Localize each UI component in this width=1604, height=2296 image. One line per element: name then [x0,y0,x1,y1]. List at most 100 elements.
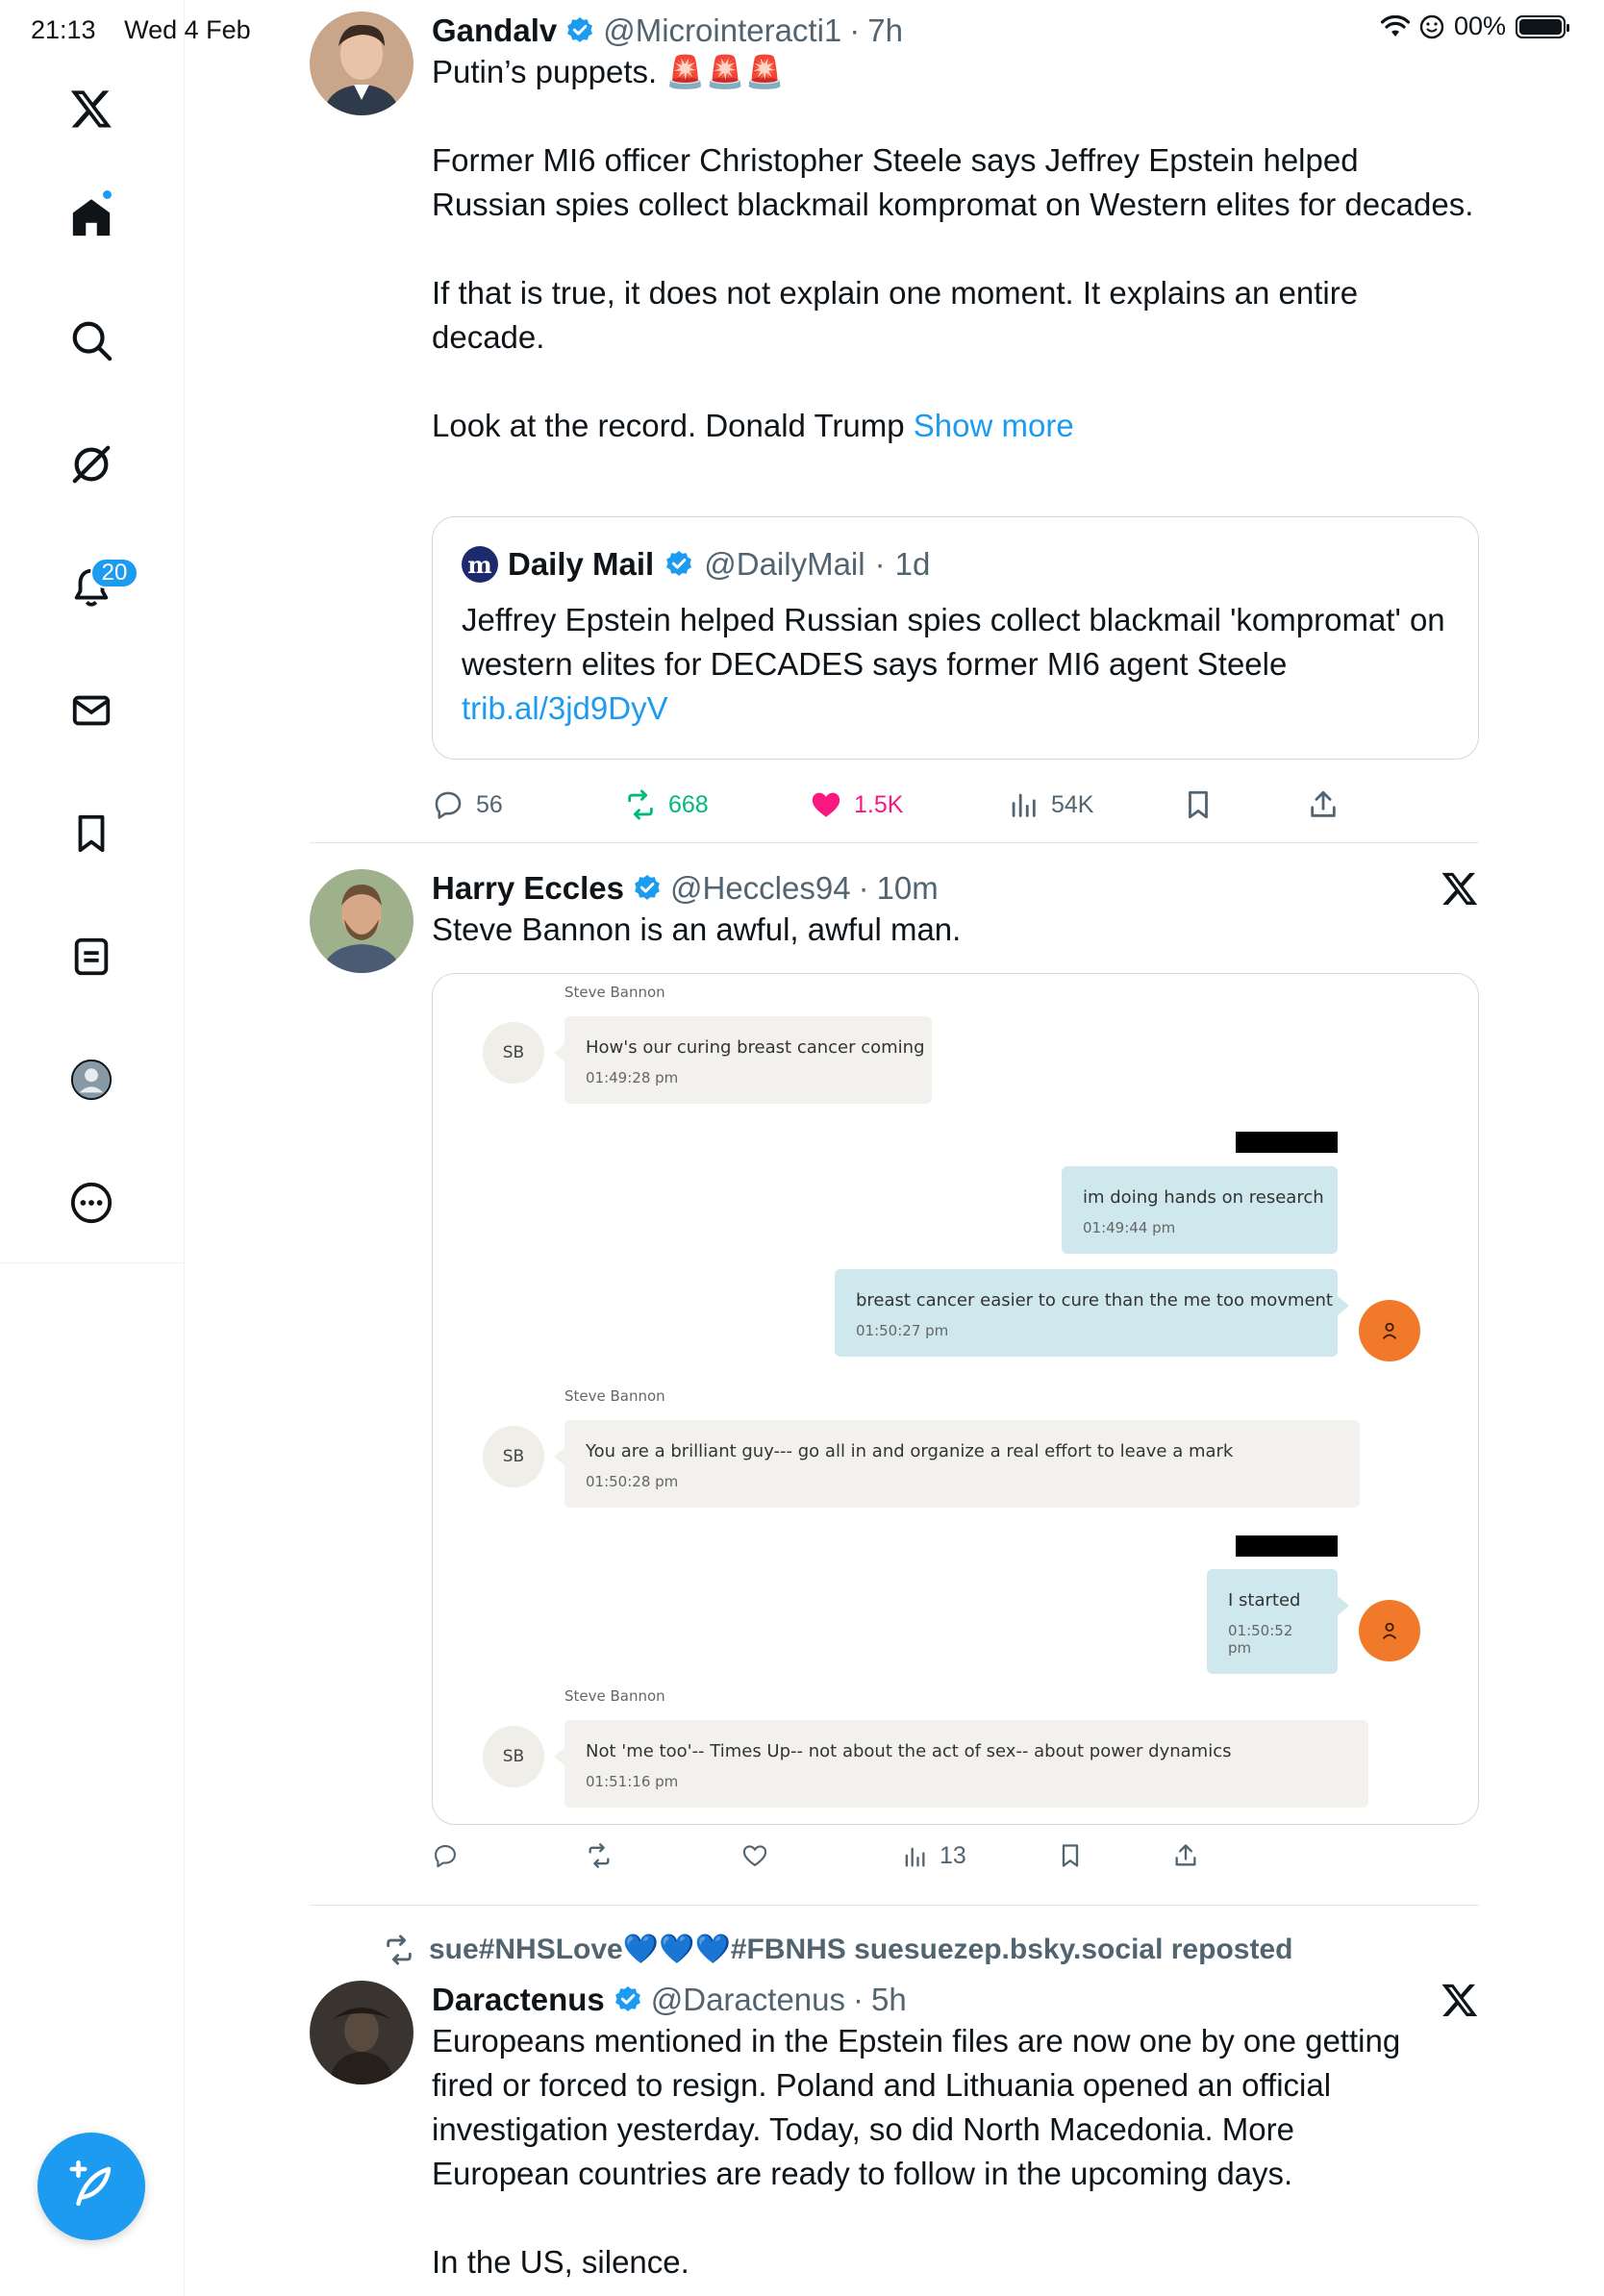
chat-message-time: 01:49:44 pm [1083,1219,1176,1236]
reply-button[interactable]: 56 [432,788,503,821]
tweet-text-line: Look at the record. Donald Trump [432,408,905,443]
chat-message-text: Not 'me too'-- Times Up-- not about the … [586,1741,1232,1761]
quote-time: 1d [894,546,931,582]
chat-bubble-incoming: You are a brilliant guy--- go all in and… [564,1420,1360,1508]
chat-message-time: 01:49:28 pm [586,1069,679,1086]
views-button[interactable]: 54K [1007,788,1093,821]
avatar[interactable] [310,12,414,115]
tweet-actions: 13 [432,1842,1374,1877]
tweet-divider [310,842,1479,843]
grok-icon[interactable] [63,437,119,492]
user-handle[interactable]: @Microinteracti1 [603,12,841,50]
verified-badge-icon [635,875,660,900]
chat-message-time: 01:51:16 pm [586,1773,679,1790]
tweet-text: Europeans mentioned in the Epstein files… [432,2019,1441,2284]
repost-icon [628,789,653,820]
more-options-icon[interactable] [63,1175,119,1231]
user-handle[interactable]: @Daractenus [651,1981,845,2019]
user-handle[interactable]: @Heccles94 [670,869,851,908]
redaction-bar [1236,1535,1338,1557]
chat-message-time: 01:50:52 pm [1228,1622,1293,1657]
views-count: 54K [1051,790,1094,818]
tweet-text-line: In the US, silence. [432,2244,689,2280]
tweet-text-line: Former MI6 officer Christopher Steele sa… [432,142,1474,222]
verified-badge-icon [666,551,692,576]
quote-handle: @DailyMail [704,546,865,582]
reply-count: 56 [476,790,503,818]
tweet-text-line: Europeans mentioned in the Epstein files… [432,2023,1401,2191]
like-button[interactable] [741,1842,768,1869]
post-time[interactable]: 5h [871,1981,907,2019]
dot-separator: · [858,870,869,906]
post-time[interactable]: 10m [877,869,939,908]
bookmark-button[interactable] [1057,1842,1084,1869]
reposted-by-text: sue#NHSLove💙💙💙#FBNHS suesuezep.bsky.soci… [429,1934,1293,1965]
chat-bubble-incoming: Not 'me too'-- Times Up-- not about the … [564,1720,1368,1808]
tweet-divider [310,1905,1479,1906]
reply-button[interactable] [432,1842,459,1869]
dot-separator: · [853,1982,865,2017]
quote-header: m Daily Mail @DailyMail · 1d [462,546,930,583]
bubble-tail [1338,1296,1349,1315]
daily-mail-logo: m [462,546,498,583]
bookmark-button[interactable] [1182,788,1215,821]
avatar[interactable] [310,1981,414,2084]
bubble-tail [1338,1596,1349,1615]
lists-icon[interactable] [63,929,119,985]
home-unread-dot [101,188,113,201]
post-time[interactable]: 7h [867,12,903,50]
tweet-text-line: If that is true, it does not explain one… [432,275,1359,355]
user-avatar-icon [1359,1300,1420,1361]
chat-sender-label: Steve Bannon [564,984,665,1001]
battery-icon [1516,14,1569,38]
views-chart-icon [1012,793,1036,817]
sidebar-divider [0,1262,185,1263]
repost-button[interactable] [586,1842,613,1869]
share-icon [1311,790,1336,817]
attached-chat-screenshot[interactable]: Steve Bannon SB How's our curing breast … [432,973,1479,1825]
display-name[interactable]: Daractenus [432,1981,605,2019]
quote-link[interactable]: trib.al/3jd9DyV [462,686,1449,731]
share-button[interactable] [1307,788,1340,821]
tweet-text: Steve Bannon is an awful, awful man. [432,911,962,947]
x-dismiss-icon[interactable] [1441,869,1479,908]
chat-message-time: 01:50:27 pm [856,1322,949,1339]
bookmark-icon [1189,790,1208,819]
show-more-link[interactable]: Show more [914,408,1074,443]
compose-post-button[interactable] [38,2133,145,2240]
search-icon[interactable] [63,312,119,368]
tweet-actions: 56 668 1.5K 54K [432,788,1374,827]
views-button[interactable]: 13 [901,1842,966,1870]
chat-bubble-incoming: How's our curing breast cancer coming 01… [564,1016,932,1104]
compose-feather-icon [69,2160,112,2207]
repost-button[interactable]: 668 [624,788,709,821]
bookmarks-icon[interactable] [63,806,119,861]
user-avatar-icon [1359,1600,1420,1661]
chat-bubble-outgoing: breast cancer easier to cure than the me… [835,1269,1338,1357]
sidebar: 20 [0,0,185,2296]
display-name[interactable]: Gandalv [432,12,557,50]
display-name[interactable]: Harry Eccles [432,869,624,908]
reposted-by-line[interactable]: sue#NHSLove💙💙💙#FBNHS suesuezep.bsky.soci… [383,1933,1292,1966]
chat-avatar: SB [483,1022,544,1084]
repost-icon [387,1934,412,1965]
avatar[interactable] [310,869,414,973]
quote-display-name: Daily Mail [508,546,655,582]
share-icon [1175,1844,1196,1866]
verified-badge-icon [567,17,593,42]
chat-avatar: SB [483,1726,544,1787]
views-chart-icon [905,1847,925,1866]
tweet-text: Putin’s puppets. 🚨🚨🚨 Former MI6 officer … [432,50,1479,448]
chat-message-text: I started [1228,1590,1301,1610]
share-button[interactable] [1172,1842,1199,1869]
bookmark-icon [1062,1844,1079,1867]
tweet-header: Daractenus @Daractenus · 5h [432,1981,1441,2019]
quote-body: Jeffrey Epstein helped Russian spies col… [462,602,1445,682]
x-logo-icon[interactable] [63,81,119,137]
profile-avatar-icon[interactable] [63,1052,119,1108]
like-count: 1.5K [854,790,904,818]
x-dismiss-icon[interactable] [1441,1981,1479,2019]
like-button[interactable]: 1.5K [810,788,903,821]
quoted-tweet-card[interactable]: m Daily Mail @DailyMail · 1d Jeffrey Eps… [432,516,1479,760]
messages-envelope-icon[interactable] [63,683,119,738]
